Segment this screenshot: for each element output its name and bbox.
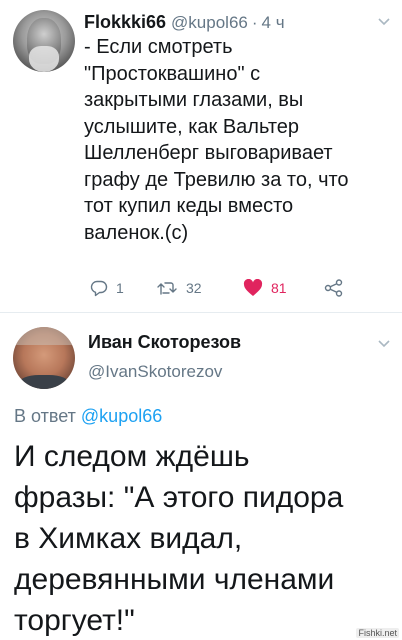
reply-context: В ответ @kupol66: [14, 406, 162, 427]
tweet-text-line: закрытыми глазами, вы: [84, 89, 304, 111]
avatar[interactable]: [13, 327, 75, 389]
tweet-time[interactable]: 4 ч: [262, 13, 285, 33]
avatar-background: [13, 327, 75, 345]
retweet-icon: [156, 279, 186, 297]
like-button[interactable]: 81: [243, 276, 287, 300]
tweet-header: Flokkki66 @kupol66 · 4 ч: [84, 12, 285, 34]
author-name[interactable]: Иван Скоторезов: [88, 332, 241, 353]
tweet-text-line: - Если смотреть: [84, 36, 233, 58]
separator-dot: ·: [251, 13, 258, 32]
reply-button[interactable]: 1: [90, 276, 124, 300]
chevron-down-icon[interactable]: [377, 339, 391, 349]
tweet-divider: [0, 312, 402, 313]
avatar-beard: [29, 46, 59, 72]
tweet-text: И следом ждёшь фразы: "А этого пидора в …: [14, 436, 394, 640]
like-count: 81: [271, 280, 287, 296]
heart-icon: [243, 279, 271, 297]
share-button[interactable]: [324, 276, 352, 300]
watermark: Fishki.net: [356, 628, 399, 638]
reply-mention-link[interactable]: @kupol66: [81, 406, 162, 426]
tweet-actions: 1 32 81: [84, 276, 384, 300]
tweet-text-line: в Химках видал,: [14, 522, 243, 555]
share-icon: [324, 279, 352, 297]
reply-icon: [90, 279, 116, 297]
tweet-original: Flokkki66 @kupol66 · 4 ч - Если смотреть…: [0, 0, 402, 312]
chevron-down-icon[interactable]: [377, 17, 391, 27]
author-handle[interactable]: @IvanSkotorezov: [88, 362, 222, 382]
tweet-text-line: И следом ждёшь: [14, 440, 250, 473]
tweet-text: - Если смотреть "Простоквашино" с закрыт…: [84, 34, 384, 246]
reply-prefix: В ответ: [14, 406, 76, 426]
tweet-text-line: торгует!": [14, 604, 135, 637]
tweet-text-line: "Простоквашино" с: [84, 62, 261, 85]
tweet-text-line: тот купил кеды вместо: [84, 195, 294, 217]
tweet-text-line: Шелленберг выговаривает: [84, 142, 333, 164]
tweet-text-line: валенок.(с): [84, 221, 189, 244]
avatar-shirt: [19, 375, 69, 389]
retweet-button[interactable]: 32: [156, 276, 202, 300]
retweet-count: 32: [186, 280, 202, 296]
reply-count: 1: [116, 280, 124, 296]
tweet-text-line: фразы: "А этого пидора: [14, 481, 344, 514]
avatar[interactable]: [13, 10, 75, 72]
tweet-text-line: графу де Тревилю за то, что: [84, 168, 349, 191]
tweet-text-line: деревянными членами: [14, 563, 335, 596]
author-handle[interactable]: @kupol66: [171, 13, 248, 33]
tweet-text-line: услышите, как Вальтер: [84, 115, 299, 138]
author-name[interactable]: Flokkki66: [84, 12, 166, 33]
